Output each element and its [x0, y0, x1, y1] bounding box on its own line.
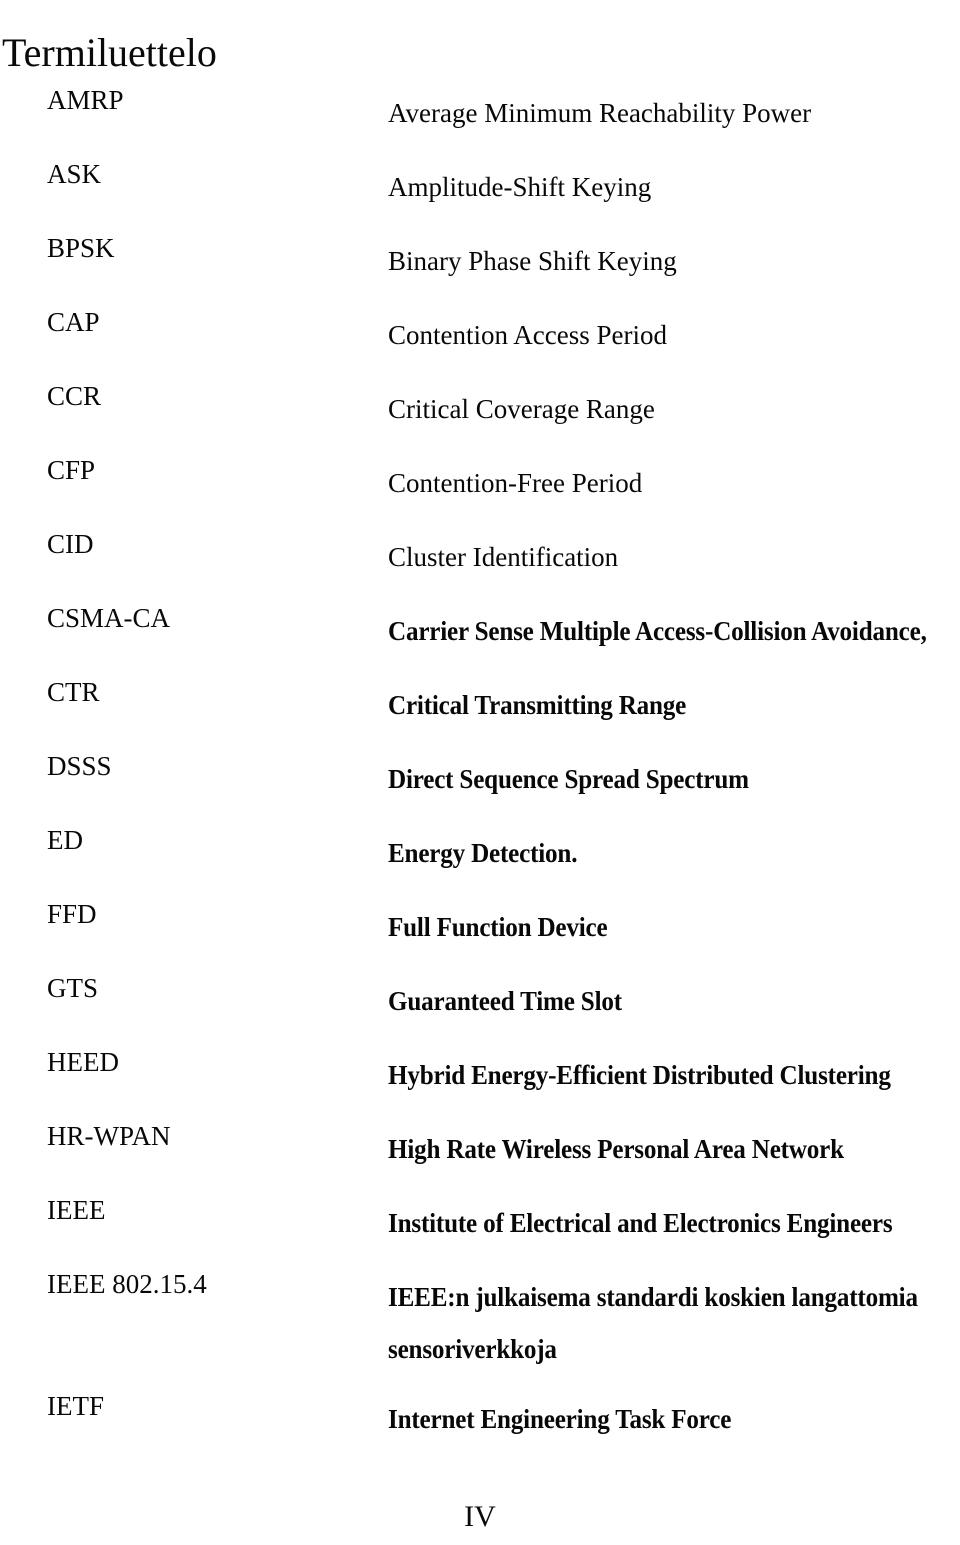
glossary-definition-line: sensoriverkkoja	[388, 1334, 557, 1364]
glossary-term: CID	[47, 529, 94, 559]
glossary-term: DSSS	[47, 751, 112, 781]
glossary-definition: Amplitude-Shift Keying	[388, 161, 948, 213]
glossary-term: IEEE 802.15.4	[47, 1269, 207, 1299]
glossary-definition: Contention Access Period	[388, 309, 948, 361]
glossary-definition-line: Institute of Electrical and Electronics …	[388, 1208, 893, 1238]
glossary-definition: Binary Phase Shift Keying	[388, 235, 948, 287]
glossary-definition: Cluster Identification	[388, 531, 948, 583]
glossary-definition-line: Direct Sequence Spread Spectrum	[388, 764, 749, 794]
glossary-definition: IEEE:n julkaisema standardi koskien lang…	[388, 1271, 918, 1375]
glossary-definition: Average Minimum Reachability Power	[388, 87, 948, 139]
glossary-term: ED	[47, 825, 83, 855]
glossary-term: ASK	[47, 159, 102, 189]
glossary-definition: Critical Coverage Range	[388, 383, 948, 435]
glossary-definition: Hybrid Energy-Efficient Distributed Clus…	[388, 1049, 909, 1101]
glossary-term: BPSK	[47, 233, 115, 263]
glossary-definition-line: Contention Access Period	[388, 320, 667, 350]
glossary-definition-line: Internet Engineering Task Force	[388, 1404, 732, 1434]
glossary-definition-line: Guaranteed Time Slot	[388, 986, 622, 1016]
glossary-term: AMRP	[47, 85, 124, 115]
glossary-term: CTR	[47, 677, 100, 707]
glossary-term: HR-WPAN	[47, 1121, 171, 1151]
glossary-definition: Guaranteed Time Slot	[388, 975, 909, 1027]
glossary-definition: High Rate Wireless Personal Area Network	[388, 1123, 909, 1175]
glossary-definition-line: Carrier Sense Multiple Access-Collision …	[388, 616, 927, 646]
glossary-definition: Contention-Free Period	[388, 457, 948, 509]
glossary-definition-line: Critical Coverage Range	[388, 394, 655, 424]
glossary-term: CSMA-CA	[47, 603, 171, 633]
glossary-definition: Institute of Electrical and Electronics …	[388, 1197, 909, 1249]
glossary-definition-line: Cluster Identification	[388, 542, 619, 572]
glossary-definition-line: Binary Phase Shift Keying	[388, 246, 677, 276]
glossary-term: IETF	[47, 1391, 104, 1421]
glossary-term: IEEE	[47, 1195, 106, 1225]
glossary-definition: Full Function Device	[388, 901, 909, 953]
glossary-definition: Internet Engineering Task Force	[388, 1393, 909, 1445]
glossary-term: GTS	[47, 973, 99, 1003]
glossary-definition: Energy Detection.	[388, 827, 909, 879]
page-title: Termiluettelo	[2, 29, 217, 75]
document-page: Termiluettelo AMRP Average Minimum Reacha…	[0, 0, 960, 1545]
glossary-term: CCR	[47, 381, 102, 411]
glossary-term: CFP	[47, 455, 96, 485]
glossary-definition-line: High Rate Wireless Personal Area Network	[388, 1134, 844, 1164]
page-number: IV	[464, 1500, 496, 1533]
glossary-definition: Critical Transmitting Range	[388, 679, 909, 731]
glossary-definition: Direct Sequence Spread Spectrum	[388, 753, 909, 805]
glossary-term: HEED	[47, 1047, 119, 1077]
glossary-definition-line: Critical Transmitting Range	[388, 690, 687, 720]
glossary-definition-line: Full Function Device	[388, 912, 608, 942]
glossary-definition-line: IEEE:n julkaisema standardi koskien lang…	[388, 1282, 918, 1312]
glossary-term: CAP	[47, 307, 100, 337]
glossary-definition: Carrier Sense Multiple Access-Collision …	[388, 605, 927, 657]
glossary-term: FFD	[47, 899, 97, 929]
glossary-definition-line: Amplitude-Shift Keying	[388, 172, 652, 202]
glossary-definition-line: Average Minimum Reachability Power	[388, 98, 812, 128]
glossary-definition-line: Energy Detection.	[388, 838, 578, 868]
glossary-definition-line: Hybrid Energy-Efficient Distributed Clus…	[388, 1060, 891, 1090]
glossary-definition-line: Contention-Free Period	[388, 468, 643, 498]
